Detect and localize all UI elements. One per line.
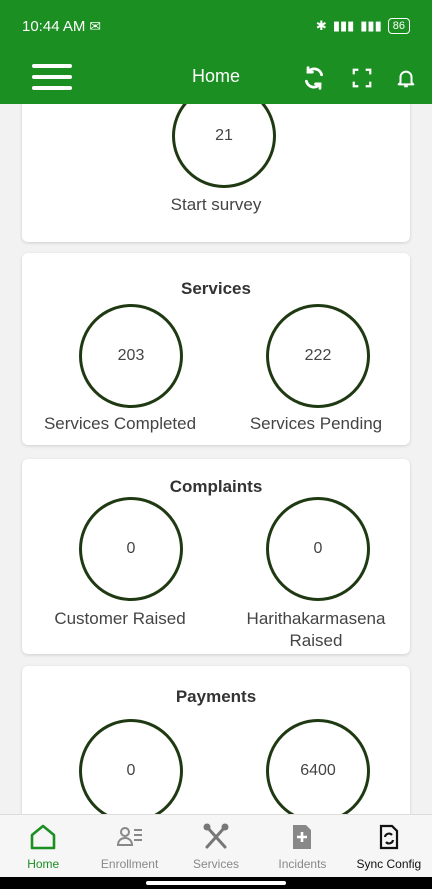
nav-enrollment[interactable]: Enrollment bbox=[86, 815, 172, 877]
payments-card: Payments 0 6400 bbox=[22, 666, 410, 814]
hkm-raised-label: Harithakarmasena Raised bbox=[218, 608, 414, 652]
top-bar: 10:44 AM ✉ ✱ ▮▮▮ ▮▮▮ 86 Home bbox=[0, 0, 432, 104]
home-icon bbox=[28, 823, 58, 851]
hkm-raised-label-line1: Harithakarmasena bbox=[246, 609, 386, 628]
main-content[interactable]: 21 Start survey Services 203 222 Service… bbox=[0, 104, 432, 814]
nav-incidents[interactable]: Incidents bbox=[259, 815, 345, 877]
nav-services[interactable]: Services bbox=[173, 815, 259, 877]
signal-icon: ▮▮▮ bbox=[360, 18, 382, 33]
gesture-handle[interactable] bbox=[146, 881, 286, 885]
services-completed-label: Services Completed bbox=[43, 414, 197, 433]
customer-raised-circle[interactable]: 0 bbox=[79, 497, 183, 601]
incident-icon bbox=[287, 823, 317, 851]
nav-home[interactable]: Home bbox=[0, 815, 86, 877]
status-bar: 10:44 AM ✉ ✱ ▮▮▮ ▮▮▮ 86 bbox=[0, 0, 432, 52]
services-card: Services 203 222 Services Completed Serv… bbox=[22, 253, 410, 445]
services-pending-circle[interactable]: 222 bbox=[266, 304, 370, 408]
hkm-raised-circle[interactable]: 0 bbox=[266, 497, 370, 601]
bluetooth-icon: ✱ bbox=[315, 18, 327, 33]
battery-icon: 86 bbox=[387, 18, 410, 34]
status-time: 10:44 AM bbox=[22, 17, 86, 35]
app-bar: Home bbox=[0, 52, 432, 104]
services-pending-label: Services Pending bbox=[249, 414, 383, 433]
nav-sync-config-label: Sync Config bbox=[356, 857, 422, 871]
bell-icon[interactable] bbox=[390, 62, 422, 94]
nav-home-label: Home bbox=[27, 857, 60, 871]
fullscreen-icon[interactable] bbox=[346, 62, 378, 94]
survey-circle[interactable]: 21 bbox=[172, 104, 276, 188]
sync-file-icon bbox=[374, 823, 404, 851]
payments-title: Payments bbox=[175, 687, 257, 706]
nav-enrollment-label: Enrollment bbox=[100, 857, 159, 871]
signal-icon: ▮▮▮ bbox=[332, 18, 355, 33]
nav-incidents-label: Incidents bbox=[278, 857, 327, 871]
gesture-bar bbox=[0, 877, 432, 889]
customer-raised-label: Customer Raised bbox=[54, 609, 186, 628]
payments-right-circle[interactable]: 6400 bbox=[266, 719, 370, 814]
enrollment-icon bbox=[115, 823, 145, 851]
services-title: Services bbox=[181, 279, 251, 298]
mail-icon: ✉ bbox=[89, 17, 102, 34]
tools-icon bbox=[201, 823, 231, 851]
nav-sync-config[interactable]: Sync Config bbox=[346, 815, 432, 877]
complaints-title: Complaints bbox=[169, 477, 263, 496]
hkm-raised-label-line2: Raised bbox=[289, 631, 343, 650]
payments-left-circle[interactable]: 0 bbox=[79, 719, 183, 814]
status-icons: ✱ ▮▮▮ ▮▮▮ 86 bbox=[316, 18, 410, 34]
survey-card: 21 Start survey bbox=[22, 104, 410, 242]
survey-label: Start survey bbox=[170, 195, 262, 214]
bottom-nav: Home Enrollment Services Incidents Sync … bbox=[0, 814, 432, 877]
nav-services-label: Services bbox=[193, 857, 240, 871]
services-completed-circle[interactable]: 203 bbox=[79, 304, 183, 408]
complaints-card: Complaints 0 0 Customer Raised Harithaka… bbox=[22, 459, 410, 654]
sync-icon[interactable] bbox=[298, 62, 330, 94]
